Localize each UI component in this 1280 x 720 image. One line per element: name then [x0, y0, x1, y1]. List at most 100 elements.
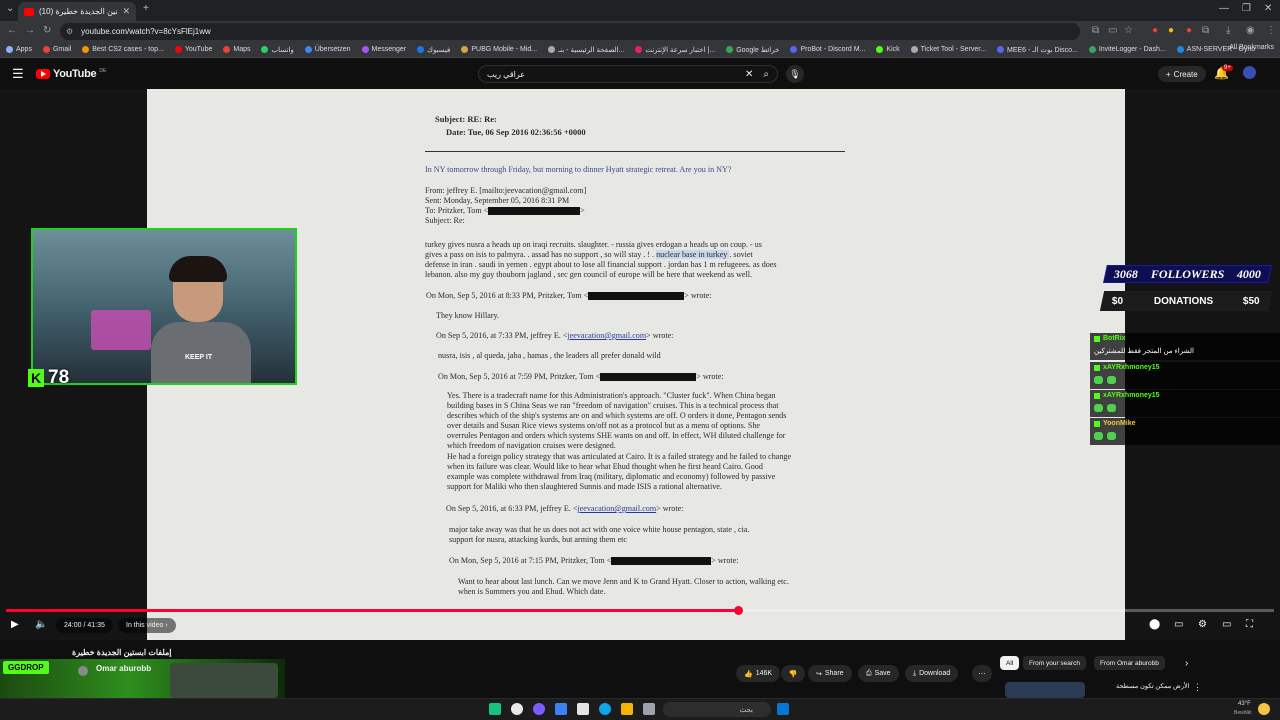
fullscreen-icon[interactable]: ⛶: [1246, 619, 1253, 630]
file-explorer-icon[interactable]: [621, 703, 633, 715]
bookmark-item[interactable]: فيسبوك: [417, 46, 450, 54]
bookmark-item[interactable]: Gmail: [42, 46, 71, 53]
bookmark-item[interactable]: واتساب: [261, 46, 294, 54]
chip-all[interactable]: All: [1000, 656, 1020, 670]
play-icon[interactable]: ▶: [11, 619, 19, 630]
recommended-more-icon[interactable]: ⋮: [1193, 682, 1202, 693]
youtube-favicon-icon: [24, 7, 34, 16]
back-icon[interactable]: ←: [7, 25, 17, 36]
bookmark-item[interactable]: MEE6 - بوت الـ Disco...: [997, 46, 1078, 54]
recommended-title[interactable]: الأرض ممكن تكون مسطحة: [1116, 682, 1190, 690]
close-tab-icon[interactable]: ✕: [122, 6, 130, 17]
account-avatar[interactable]: [1243, 66, 1256, 79]
bookmark-item[interactable]: PUBG Mobile - Mid...: [461, 46, 537, 53]
extensions-icon[interactable]: ⧉: [1202, 25, 1209, 36]
bookmark-item[interactable]: Apps: [6, 46, 32, 53]
chrome-taskbar-icon[interactable]: [511, 703, 523, 715]
extension-3-icon[interactable]: ●: [1186, 25, 1192, 36]
new-tab-icon[interactable]: +: [143, 3, 149, 14]
plus-icon: +: [1166, 69, 1171, 79]
create-button[interactable]: + Create: [1158, 66, 1206, 82]
bookmark-item[interactable]: Maps: [223, 46, 250, 53]
extension-2-icon[interactable]: ●: [1168, 25, 1174, 36]
all-bookmarks-link[interactable]: All Bookmarks: [1229, 44, 1274, 51]
bookmark-item[interactable]: اختبار سرعة الإنترنت |...: [635, 46, 715, 54]
paragraph-line: example was complete withdrawal from Ira…: [447, 472, 776, 481]
email-date: Date: Tue, 06 Sep 2016 02:36:56 +0000: [446, 127, 586, 137]
share-button[interactable]: ↪ Share: [808, 665, 852, 682]
save-button[interactable]: ⎙ Save: [858, 665, 899, 682]
taskbar-app-icon[interactable]: [643, 703, 655, 715]
calendar-taskbar-icon[interactable]: [577, 703, 589, 715]
stream-chat: BotRix الشراء من المتجر فقط للمشتركين xA…: [1090, 315, 1280, 445]
bookmark-star-icon[interactable]: ☆: [1124, 25, 1133, 36]
tab-active[interactable]: (10) ملفات ابستين الجديدة خطيرة ✕: [18, 2, 136, 21]
paragraph-line: when its failure was clear. Would like t…: [447, 462, 763, 471]
emote-icon: [1107, 432, 1116, 440]
video-player[interactable]: Subject: RE: Re: Date: Tue, 06 Sep 2016 …: [0, 89, 1280, 640]
volume-icon[interactable]: 🔈: [35, 619, 47, 630]
taskbar-search[interactable]: بحث: [663, 702, 771, 717]
clear-search-icon[interactable]: ✕: [745, 69, 753, 80]
bookmark-item[interactable]: Messenger: [361, 46, 406, 53]
video-title: إملفات ابستين الجديدة خطيرة: [72, 648, 172, 657]
search-icon[interactable]: ⌕: [763, 69, 769, 80]
dislike-button[interactable]: 👎: [781, 665, 805, 682]
chip-from-search[interactable]: From your search: [1023, 656, 1086, 670]
more-actions-button[interactable]: ⋯: [972, 665, 992, 682]
shirt-text: KEEP IT: [185, 354, 213, 361]
download-button[interactable]: ⤓ Download: [905, 665, 959, 682]
channel-avatar[interactable]: [78, 666, 88, 676]
subtitles-icon[interactable]: ▭: [1174, 619, 1183, 630]
close-window-icon[interactable]: ✕: [1264, 3, 1272, 14]
taskbar-app-icon[interactable]: [533, 703, 545, 715]
bookmark-item[interactable]: YouTube: [174, 46, 212, 53]
windows-start-icon[interactable]: [777, 703, 789, 715]
tab-search-icon[interactable]: ⌄: [6, 3, 14, 14]
quote-header: On Sep 5, 2016, at 7:33 PM, jeffrey E. <…: [436, 331, 674, 340]
channel-name[interactable]: Omar aburobb: [96, 664, 151, 673]
bookmark-item[interactable]: Best CS2 cases - top...: [82, 46, 164, 53]
hamburger-menu-icon[interactable]: ☰: [12, 66, 24, 82]
youtube-logo[interactable]: YouTube DE: [36, 68, 106, 80]
voice-search-icon[interactable]: 🎙: [786, 65, 804, 83]
bookmark-item[interactable]: الصفحة الرئيسية - بنـ...: [548, 46, 624, 54]
bookmark-item[interactable]: Ticket Tool - Server...: [910, 46, 986, 53]
bookmark-item[interactable]: Übersetzen: [304, 46, 351, 53]
taskbar-app-icon[interactable]: [555, 703, 567, 715]
settings-gear-icon[interactable]: ⚙: [1198, 619, 1207, 630]
bookmark-item[interactable]: ProBot - Discord M...: [790, 46, 865, 53]
body-line: turkey gives nusra a heads up on iraqi r…: [425, 240, 762, 249]
chevron-right-icon[interactable]: ›: [1185, 658, 1188, 669]
edge-taskbar-icon[interactable]: [599, 703, 611, 715]
profile-avatar-icon[interactable]: ◉: [1246, 25, 1255, 36]
download-icon[interactable]: ⤓: [1226, 25, 1230, 36]
cast-icon[interactable]: ▭: [1108, 25, 1117, 36]
bookmark-icon: ⎙: [866, 669, 872, 677]
progress-fill: [6, 609, 738, 612]
progress-bar[interactable]: [6, 606, 1274, 615]
chip-from-channel[interactable]: From Omar aburobb: [1094, 656, 1165, 670]
redaction-bar: [488, 207, 581, 216]
extension-1-icon[interactable]: ●: [1152, 25, 1158, 36]
forward-icon[interactable]: →: [25, 25, 35, 36]
address-bar[interactable]: ⚙ youtube.com/watch?v=8cYsFlEj1ww: [60, 23, 1080, 40]
search-input[interactable]: عراقي ريب ✕ ⌕: [478, 65, 778, 83]
site-info-icon[interactable]: ⚙: [66, 27, 73, 36]
region-code: DE: [99, 68, 107, 74]
autoplay-toggle[interactable]: ⬤: [1149, 619, 1160, 630]
chrome-menu-icon[interactable]: ⋮: [1266, 25, 1276, 36]
bookmark-item[interactable]: Kick: [876, 46, 900, 53]
minimize-icon[interactable]: —: [1219, 3, 1229, 14]
reload-icon[interactable]: ↻: [43, 25, 51, 36]
recommended-thumbnail[interactable]: [1005, 682, 1085, 698]
translate-icon[interactable]: ⧉: [1092, 25, 1099, 36]
emote-icon: [1107, 376, 1116, 384]
theater-mode-icon[interactable]: ▭: [1222, 619, 1231, 630]
maximize-icon[interactable]: ❐: [1242, 3, 1251, 14]
like-button[interactable]: 👍 146K: [736, 665, 781, 682]
taskbar-app-icon[interactable]: [489, 703, 501, 715]
bookmark-item[interactable]: Google خرائط: [726, 46, 779, 54]
bookmark-item[interactable]: InviteLogger - Dash...: [1088, 46, 1166, 53]
chapter-button[interactable]: In this video ›: [118, 618, 176, 633]
